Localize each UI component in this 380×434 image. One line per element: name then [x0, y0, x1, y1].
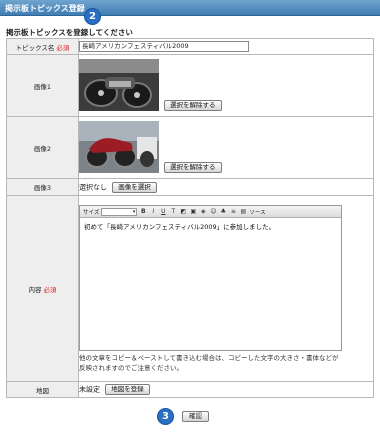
image-insert-icon[interactable]: ▣ [189, 208, 197, 216]
step-badge-2: 2 [84, 8, 101, 25]
image1-label: 画像1 [33, 82, 52, 91]
topic-form: トピックス名 必須 長崎アメリカンフェスティバル2009 画像1 選択を解除する… [6, 38, 374, 398]
paste-note: 他の文章をコピー＆ペーストして書き込む場合は、コピーした文字の大きさ・書体などが… [79, 354, 339, 372]
image2-thumbnail [79, 121, 159, 173]
map-status: 未設定 [79, 385, 100, 394]
source-icon[interactable]: ▤ [239, 208, 247, 216]
confirm-button[interactable]: 確認 [182, 411, 209, 422]
image1-thumbnail [79, 59, 159, 111]
row-image1: 画像1 選択を解除する [6, 54, 374, 117]
required-mark: 必須 [56, 43, 70, 52]
row-topic-name: トピックス名 必須 長崎アメリカンフェスティバル2009 [6, 38, 374, 55]
horizontal-rule-icon[interactable]: ≡ [229, 208, 237, 216]
image3-select-button[interactable]: 画像を選択 [112, 181, 157, 193]
map-register-button[interactable]: 地図を登録 [105, 384, 150, 395]
font-size-select[interactable]: ▾ [101, 207, 138, 216]
underline-icon[interactable]: U [159, 208, 167, 216]
image2-deselect-button[interactable]: 選択を解除する [164, 162, 222, 173]
topic-name-input[interactable]: 長崎アメリカンフェスティバル2009 [79, 41, 249, 52]
topic-name-label: トピックス名 [15, 43, 55, 52]
image1-deselect-button[interactable]: 選択を解除する [164, 100, 222, 111]
image3-status: 選択なし [79, 183, 107, 191]
row-image3: 画像3 選択なし 画像を選択 [6, 178, 374, 196]
instruction-text: 掲示板トピックスを登録してください [6, 28, 133, 37]
row-map: 地図 未設定 地図を登録 [6, 381, 374, 398]
topic-name-label-cell: トピックス名 必須 [6, 38, 79, 55]
map-label: 地図 [36, 386, 49, 395]
step-badge-3: 3 [157, 408, 174, 425]
content-label: 内容 [28, 285, 42, 294]
motorcycle-photo-1 [79, 59, 159, 111]
required-mark: 必須 [43, 285, 57, 294]
page-title: 掲示板トピックス登録 [5, 4, 85, 13]
source-label[interactable]: ソース [249, 208, 265, 216]
smiley-icon[interactable]: ☺ [209, 208, 217, 216]
image2-label: 画像2 [33, 144, 52, 153]
row-image2: 画像2 選択を解除する [6, 116, 374, 179]
text-color-icon[interactable]: T [169, 208, 177, 216]
row-content: 内容 必須 サイズ ▾ B I U T ◩ ▣ ◈ ☺ ♣ ≡ ▤ ソース 初め… [6, 195, 374, 382]
motorcycle-photo-2 [79, 121, 159, 173]
background-color-icon[interactable]: ◩ [179, 208, 187, 216]
link-icon[interactable]: ◈ [199, 208, 207, 216]
editor-toolbar: サイズ ▾ B I U T ◩ ▣ ◈ ☺ ♣ ≡ ▤ ソース [80, 206, 341, 218]
header-bar: 掲示板トピックス登録 [0, 0, 380, 16]
size-label: サイズ [83, 209, 100, 216]
italic-icon[interactable]: I [149, 208, 157, 216]
image3-label: 画像3 [33, 184, 52, 192]
rich-text-editor: サイズ ▾ B I U T ◩ ▣ ◈ ☺ ♣ ≡ ▤ ソース 初めて「長崎アメ… [79, 205, 342, 351]
emoji-icon[interactable]: ♣ [219, 208, 227, 216]
editor-body[interactable]: 初めて「長崎アメリカンフェスティバル2009」に参加しました。 [80, 218, 341, 350]
bold-icon[interactable]: B [139, 208, 147, 216]
